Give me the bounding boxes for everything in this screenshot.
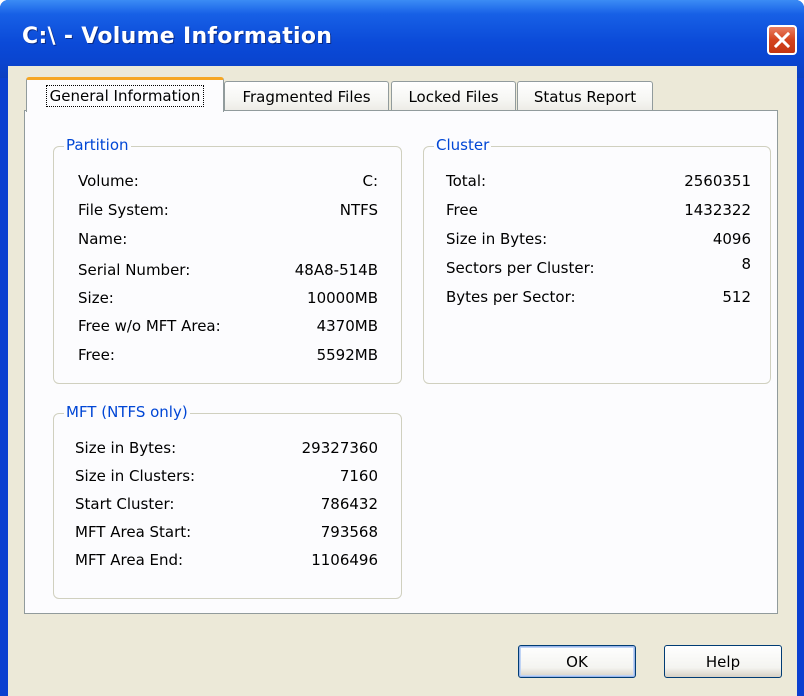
- mft-group-title: MFT (NTFS only): [64, 403, 190, 421]
- tab-label: General Information: [45, 85, 205, 107]
- row-value: NTFS: [339, 201, 378, 219]
- row-label: Free:: [78, 346, 115, 364]
- row-value: 5592MB: [316, 346, 378, 364]
- tab-label: Fragmented Files: [242, 87, 371, 106]
- cluster-row-sectors-per-cluster: Sectors per Cluster: 8: [446, 255, 751, 279]
- general-information-panel: Partition Volume: C: File System: NTFS N…: [24, 110, 778, 614]
- row-label: Bytes per Sector:: [446, 288, 576, 306]
- cluster-row-free: Free 1432322: [446, 201, 751, 221]
- row-label: Size in Bytes:: [446, 230, 548, 248]
- cluster-row-size-in-bytes: Size in Bytes: 4096: [446, 230, 751, 250]
- row-label: Size in Clusters:: [75, 467, 196, 485]
- window-title: C:\ - Volume Information: [22, 24, 333, 49]
- partition-row-free-wo-mft-area: Free w/o MFT Area: 4370MB: [78, 317, 378, 337]
- partition-group: Partition Volume: C: File System: NTFS N…: [53, 136, 402, 384]
- partition-row-free: Free: 5592MB: [78, 346, 378, 366]
- row-label: Total:: [446, 172, 487, 190]
- row-value: 786432: [320, 495, 378, 513]
- row-value: 4096: [712, 230, 751, 248]
- partition-row-serial-number: Serial Number: 48A8-514B: [78, 261, 378, 281]
- cluster-group-title: Cluster: [434, 136, 492, 154]
- close-icon: [773, 31, 791, 49]
- partition-group-title: Partition: [64, 136, 131, 154]
- partition-row-size: Size: 10000MB: [78, 289, 378, 309]
- row-label: MFT Area End:: [75, 551, 184, 569]
- mft-row-start-cluster: Start Cluster: 786432: [75, 495, 378, 515]
- row-label: Free w/o MFT Area:: [78, 317, 221, 335]
- partition-row-volume: Volume: C:: [78, 172, 378, 192]
- mft-row-mft-area-end: MFT Area End: 1106496: [75, 551, 378, 571]
- close-button[interactable]: [767, 25, 797, 55]
- row-label: Size:: [78, 289, 114, 307]
- mft-group: MFT (NTFS only) Size in Bytes: 29327360 …: [53, 403, 402, 599]
- mft-row-mft-area-start: MFT Area Start: 793568: [75, 523, 378, 543]
- partition-row-name: Name:: [78, 230, 378, 250]
- mft-row-size-in-bytes: Size in Bytes: 29327360: [75, 439, 378, 459]
- row-label: Name:: [78, 230, 128, 248]
- row-value: 1106496: [311, 551, 378, 569]
- row-label: Size in Bytes:: [75, 439, 177, 457]
- row-label: Volume:: [78, 172, 139, 190]
- row-value: 4370MB: [316, 317, 378, 335]
- tab-label: Locked Files: [408, 87, 499, 106]
- help-button[interactable]: Help: [664, 645, 782, 678]
- tab-status-report[interactable]: Status Report: [517, 81, 653, 111]
- partition-row-file-system: File System: NTFS: [78, 201, 378, 221]
- tab-fragmented-files[interactable]: Fragmented Files: [224, 81, 389, 111]
- ok-button[interactable]: OK: [518, 645, 636, 678]
- row-value: C:: [362, 172, 378, 190]
- row-value: 512: [722, 288, 751, 306]
- mft-row-size-in-clusters: Size in Clusters: 7160: [75, 467, 378, 487]
- row-label: Serial Number:: [78, 261, 191, 279]
- row-label: Start Cluster:: [75, 495, 175, 513]
- volume-information-window: C:\ - Volume Information General Informa…: [0, 0, 804, 696]
- cluster-row-total: Total: 2560351: [446, 172, 751, 192]
- row-value: 2560351: [684, 172, 751, 190]
- row-label: Free: [446, 201, 478, 219]
- row-value: 48A8-514B: [294, 261, 378, 279]
- row-label: MFT Area Start:: [75, 523, 192, 541]
- cluster-group: Cluster Total: 2560351 Free 1432322 Size…: [423, 136, 771, 384]
- dialog-client-area: General Information Fragmented Files Loc…: [8, 66, 797, 696]
- row-value: 8: [741, 255, 751, 273]
- tab-general-information[interactable]: General Information: [26, 77, 224, 112]
- row-value: 793568: [320, 523, 378, 541]
- tab-label: Status Report: [533, 87, 637, 106]
- row-label: File System:: [78, 201, 169, 219]
- row-value: 10000MB: [307, 289, 378, 307]
- row-value: 29327360: [301, 439, 378, 457]
- tab-locked-files[interactable]: Locked Files: [391, 81, 516, 111]
- cluster-row-bytes-per-sector: Bytes per Sector: 512: [446, 288, 751, 308]
- row-value: 7160: [339, 467, 378, 485]
- row-label: Sectors per Cluster:: [446, 259, 595, 277]
- row-value: 1432322: [684, 201, 751, 219]
